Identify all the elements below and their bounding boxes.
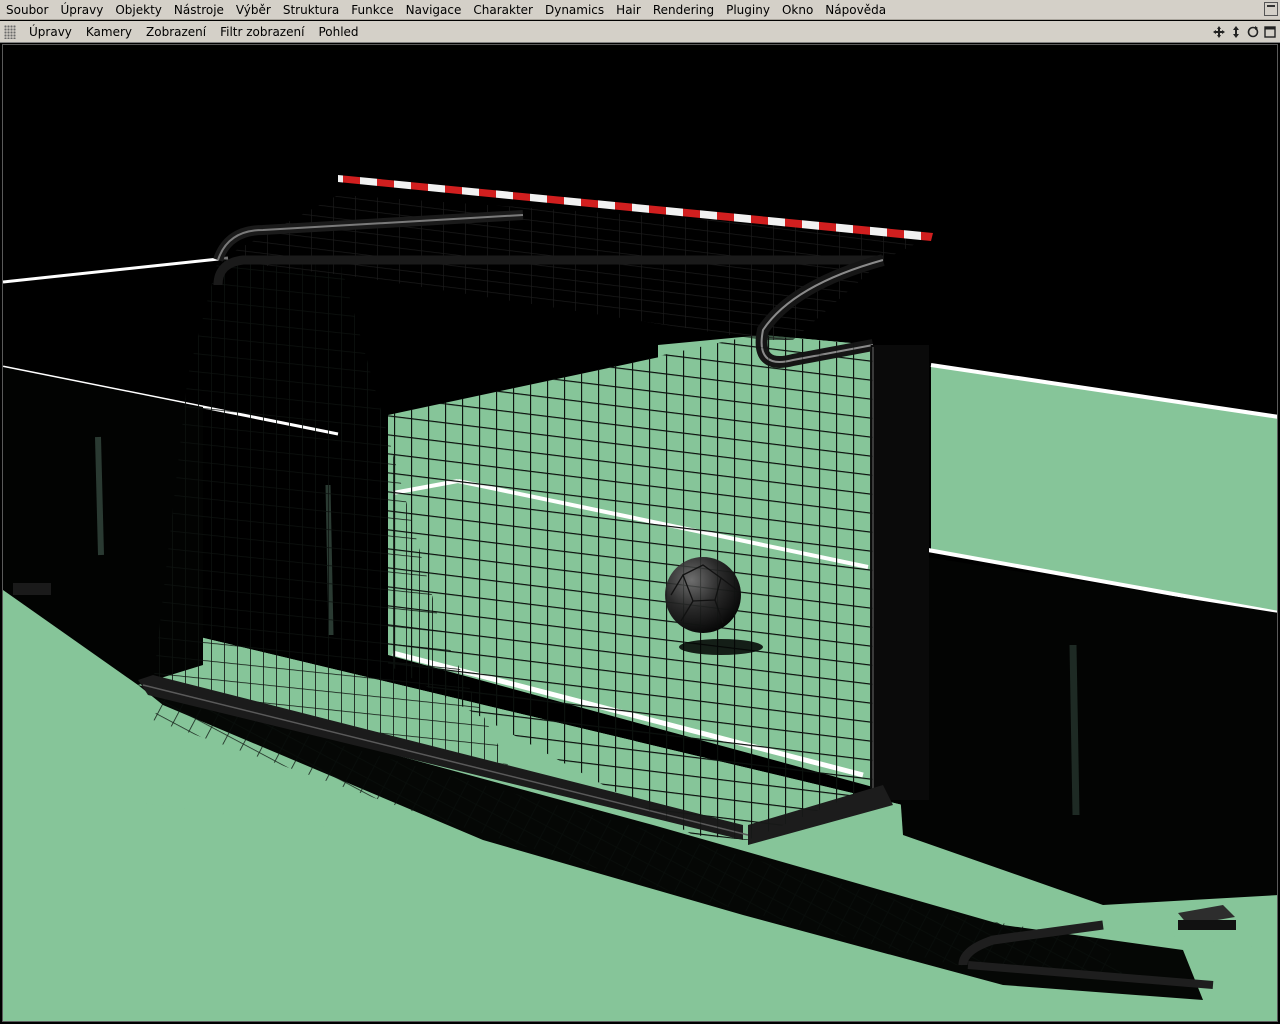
menu-rendering[interactable]: Rendering <box>647 0 720 20</box>
menu-objekty[interactable]: Objekty <box>109 0 168 20</box>
menu-soubor[interactable]: Soubor <box>0 0 54 20</box>
toolbar-grip-icon[interactable] <box>4 24 16 39</box>
menu-napoveda[interactable]: Nápověda <box>819 0 892 20</box>
viewport-menu-pohled[interactable]: Pohled <box>311 21 365 43</box>
menu-hair[interactable]: Hair <box>610 0 647 20</box>
viewport-menu-zobrazeni[interactable]: Zobrazení <box>139 21 213 43</box>
main-menu-bar: Soubor Úpravy Objekty Nástroje Výběr Str… <box>0 0 1280 20</box>
menu-funkce[interactable]: Funkce <box>345 0 399 20</box>
viewport-menu-kamery[interactable]: Kamery <box>79 21 139 43</box>
window-menu-icon[interactable] <box>1264 2 1278 16</box>
move-view-icon[interactable] <box>1211 24 1227 40</box>
view-navigation-icons <box>1211 24 1278 40</box>
rotate-view-icon[interactable] <box>1245 24 1261 40</box>
maximize-view-icon[interactable] <box>1262 24 1278 40</box>
3d-viewport[interactable] <box>2 44 1278 1022</box>
rendered-scene <box>3 45 1277 1021</box>
dolly-view-icon[interactable] <box>1228 24 1244 40</box>
viewport-menu-filtr-zobrazeni[interactable]: Filtr zobrazení <box>213 21 311 43</box>
menu-nastroje[interactable]: Nástroje <box>168 0 230 20</box>
menu-navigace[interactable]: Navigace <box>400 0 468 20</box>
viewport-menu-bar: Úpravy Kamery Zobrazení Filtr zobrazení … <box>0 21 1280 43</box>
goal-post-right <box>871 345 929 800</box>
menu-charakter[interactable]: Charakter <box>467 0 539 20</box>
menu-struktura[interactable]: Struktura <box>277 0 345 20</box>
menu-pluginy[interactable]: Pluginy <box>720 0 776 20</box>
menu-okno[interactable]: Okno <box>776 0 819 20</box>
viewport-menu-upravy[interactable]: Úpravy <box>22 21 79 43</box>
menu-dynamics[interactable]: Dynamics <box>539 0 610 20</box>
menu-vyber[interactable]: Výběr <box>230 0 277 20</box>
menu-upravy[interactable]: Úpravy <box>54 0 109 20</box>
